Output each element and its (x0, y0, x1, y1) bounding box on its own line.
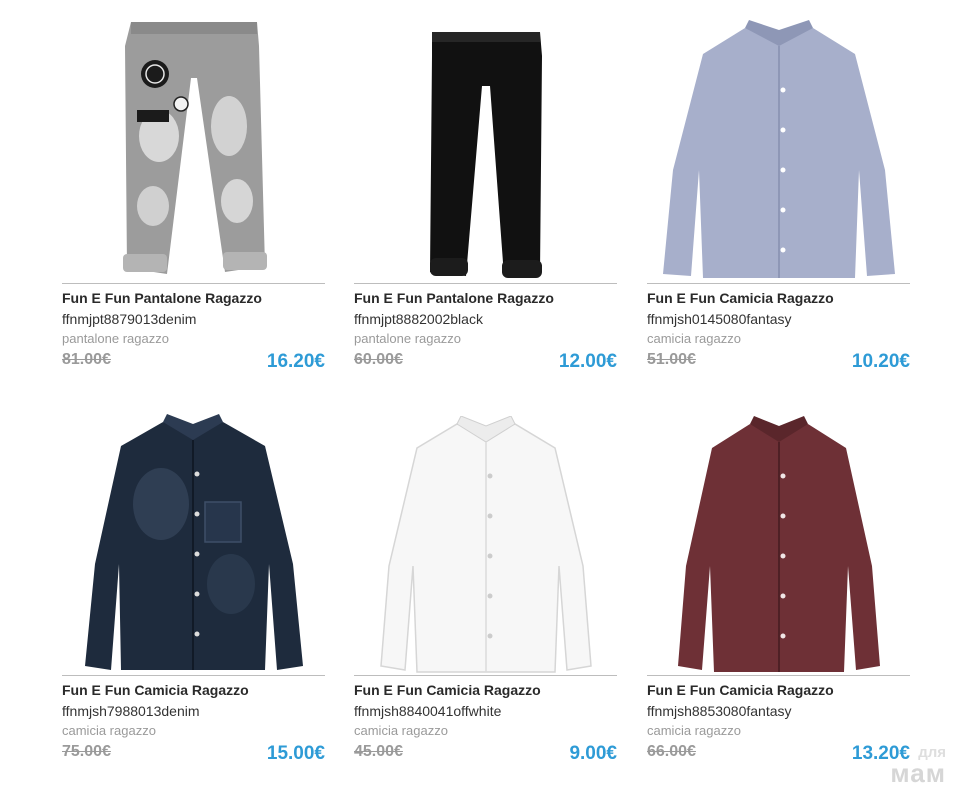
product-category: camicia ragazzo (354, 723, 448, 738)
card-divider (354, 675, 617, 676)
product-image[interactable] (62, 406, 325, 674)
product-code: ffnmjsh8840041offwhite (354, 703, 502, 719)
card-divider (354, 283, 617, 284)
old-price: 75.00€ (62, 743, 111, 760)
sale-price: 9.00€ (569, 743, 617, 764)
site-watermark: для мам (890, 745, 946, 786)
ripped-grey-jeans-image (122, 22, 267, 274)
sale-price: 12.00€ (558, 351, 617, 372)
old-price: 66.00€ (647, 743, 696, 760)
old-price: 81.00€ (62, 351, 111, 368)
sale-price: 15.00€ (266, 743, 325, 764)
product-card[interactable]: Fun E Fun Camicia Ragazzo ffnmjsh8853080… (647, 392, 910, 784)
sale-price: 16.20€ (266, 351, 325, 372)
product-title[interactable]: Fun E Fun Camicia Ragazzo (647, 290, 834, 306)
black-pants-image (429, 32, 542, 278)
product-code: ffnmjsh8853080fantasy (647, 703, 792, 719)
card-divider (62, 675, 325, 676)
product-code: ffnmjsh0145080fantasy (647, 311, 792, 327)
product-category: camicia ragazzo (62, 723, 156, 738)
product-title[interactable]: Fun E Fun Camicia Ragazzo (62, 682, 249, 698)
old-price: 51.00€ (647, 351, 696, 368)
product-image[interactable] (647, 14, 910, 282)
product-code: ffnmjpt8879013denim (62, 311, 197, 327)
card-divider (647, 675, 910, 676)
light-blue-shirt-image (662, 20, 895, 278)
product-category: pantalone ragazzo (62, 331, 169, 346)
product-image[interactable] (354, 406, 617, 674)
product-card[interactable]: Fun E Fun Camicia Ragazzo ffnmjsh7988013… (62, 392, 325, 784)
old-price: 60.00€ (354, 351, 403, 368)
old-price: 45.00€ (354, 743, 403, 760)
denim-shirt-image (84, 414, 303, 670)
burgundy-shirt-image (677, 416, 880, 672)
product-title[interactable]: Fun E Fun Camicia Ragazzo (354, 682, 541, 698)
product-category: camicia ragazzo (647, 331, 741, 346)
product-image[interactable] (354, 14, 617, 282)
card-divider (647, 283, 910, 284)
product-category: camicia ragazzo (647, 723, 741, 738)
card-divider (62, 283, 325, 284)
product-title[interactable]: Fun E Fun Pantalone Ragazzo (62, 290, 262, 306)
product-card[interactable]: Fun E Fun Pantalone Ragazzo ffnmjpt88820… (354, 0, 617, 392)
product-card[interactable]: Fun E Fun Camicia Ragazzo ffnmjsh8840041… (354, 392, 617, 784)
product-category: pantalone ragazzo (354, 331, 461, 346)
product-code: ffnmjsh7988013denim (62, 703, 200, 719)
watermark-bottom: мам (890, 758, 946, 788)
product-card[interactable]: Fun E Fun Pantalone Ragazzo ffnmjpt88790… (62, 0, 325, 392)
sale-price: 10.20€ (851, 351, 910, 372)
product-code: ffnmjpt8882002black (354, 311, 483, 327)
product-title[interactable]: Fun E Fun Pantalone Ragazzo (354, 290, 554, 306)
product-image[interactable] (647, 406, 910, 674)
product-title[interactable]: Fun E Fun Camicia Ragazzo (647, 682, 834, 698)
product-image[interactable] (62, 14, 325, 282)
white-shirt-image (379, 416, 592, 673)
product-card[interactable]: Fun E Fun Camicia Ragazzo ffnmjsh0145080… (647, 0, 910, 392)
